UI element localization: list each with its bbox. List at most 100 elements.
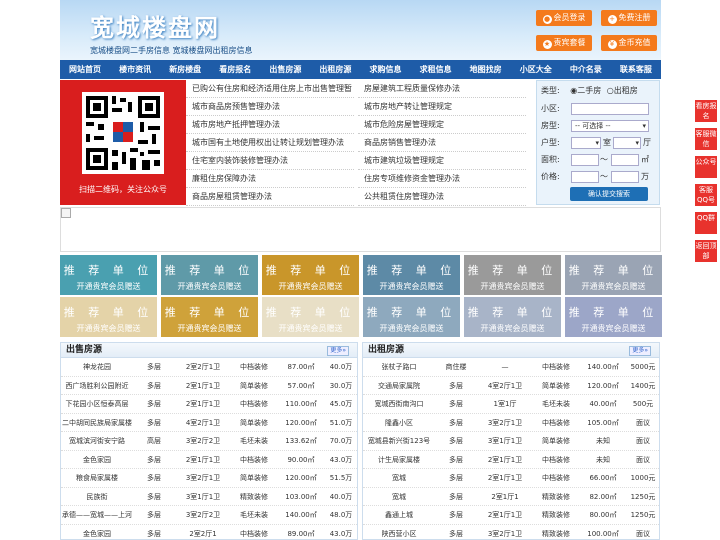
sale-cell[interactable]: 民族街 (61, 488, 133, 506)
site-title[interactable]: 宽城楼盘网 (90, 8, 220, 43)
side-float-item[interactable]: 客服QQ号 (695, 184, 717, 206)
rent-row[interactable]: 宽城西街南沟口 多层 1室1厅 毛坯未装 40.00㎡ 500元 (363, 395, 659, 414)
radio-rental[interactable]: ○ (607, 86, 614, 95)
nav-item[interactable]: 出售房源 (260, 60, 310, 79)
sale-row[interactable]: 粮食局家属楼 多层 3室2厅1卫 简单装修 120.00㎡ 51.5万 (61, 469, 357, 488)
rent-cell[interactable]: 宽城西街南沟口 (363, 395, 435, 413)
policy-link[interactable]: 商品房屋租赁管理办法 (186, 188, 354, 206)
recommended-unit-ad[interactable]: 推 荐 单 位开通贵宾会员赠送 (464, 255, 561, 295)
rent-cell[interactable]: 宽城 (363, 469, 435, 487)
rooms-select[interactable]: ▾ (571, 137, 601, 149)
side-float-item[interactable]: 公众号 (695, 156, 717, 178)
recommended-unit-ad[interactable]: 推 荐 单 位开通贵宾会员赠送 (60, 255, 157, 295)
sale-cell[interactable]: 西广场胜利公园附近 (61, 377, 133, 395)
nav-item[interactable]: 楼市资讯 (110, 60, 160, 79)
policy-link[interactable]: 住宅室内装饰装修管理办法 (186, 152, 354, 170)
rent-row[interactable]: 计生局家属楼 多层 2室1厅1卫 中档装修 未知 面议 (363, 451, 659, 469)
halls-select[interactable]: ▾ (613, 137, 641, 149)
recommended-unit-ad[interactable]: 推 荐 单 位开通贵宾会员赠送 (363, 297, 460, 337)
rent-row[interactable]: 宽城县新兴街123号 多层 3室1厅1卫 简单装修 未知 面议 (363, 432, 659, 451)
policy-link[interactable]: 廉租住房保障办法 (186, 170, 354, 188)
sale-row[interactable]: 下花园小区恒泰高层 多层 2室1厅1卫 中档装修 110.00㎡ 45.0万 (61, 395, 357, 414)
nav-item[interactable]: 求租信息 (411, 60, 461, 79)
sale-row[interactable]: 民族街 多层 3室1厅1卫 精致装修 103.00㎡ 40.0万 (61, 488, 357, 506)
xiaoqu-input[interactable] (571, 103, 649, 115)
sale-row[interactable]: 西广场胜利公园附近 多层 2室1厅1卫 简单装修 57.00㎡ 30.0万 (61, 377, 357, 395)
recommended-unit-ad[interactable]: 推 荐 单 位开通贵宾会员赠送 (262, 255, 359, 295)
rent-row[interactable]: 宽城 多层 2室1厅1 精致装修 82.00㎡ 1250元 (363, 488, 659, 506)
rent-cell[interactable]: 陕西营小区 (363, 525, 435, 540)
sale-cell[interactable]: 宽城滨河街安宁路 (61, 432, 133, 450)
recommended-unit-ad[interactable]: 推 荐 单 位开通贵宾会员赠送 (161, 255, 258, 295)
rent-cell[interactable]: 鑫通上城 (363, 506, 435, 524)
price-min-input[interactable] (571, 171, 599, 183)
member-login-button[interactable]: ● 会员登录 (536, 10, 592, 26)
sale-cell[interactable]: 二中胡同民族局家属楼 (61, 414, 133, 432)
vip-package-button[interactable]: ★ 责宾套餐 (536, 35, 592, 51)
side-float-item[interactable]: 看房报名 (695, 100, 717, 122)
policy-link[interactable]: 住房专项维修资金管理办法 (358, 170, 526, 188)
sale-row[interactable]: 宽城滨河街安宁路 高层 3室2厅2卫 毛坯未装 133.62㎡ 70.0万 (61, 432, 357, 451)
recommended-unit-ad[interactable]: 推 荐 单 位开通贵宾会员赠送 (60, 297, 157, 337)
nav-item[interactable]: 联系客服 (611, 60, 661, 79)
free-register-button[interactable]: + 免费注册 (601, 10, 657, 26)
policy-link[interactable]: 城市危险房屋管理规定 (358, 116, 526, 134)
sale-row[interactable]: 承德——宽城——上河 多层 3室2厅2卫 毛坯未装 140.00㎡ 48.0万 (61, 506, 357, 525)
nav-item[interactable]: 地图找房 (461, 60, 511, 79)
rent-more-link[interactable]: 更多» (629, 346, 651, 356)
rent-cell[interactable]: 交通局家属院 (363, 377, 435, 395)
nav-item[interactable]: 网站首页 (60, 60, 110, 79)
policy-link[interactable]: 公共租赁住房管理办法 (358, 188, 526, 206)
rent-cell[interactable]: 计生局家属楼 (363, 451, 435, 469)
side-float-item[interactable]: 返回顶部 (695, 240, 717, 262)
sale-row[interactable]: 金色家园 多层 2室1厅1卫 中档装修 90.00㎡ 43.0万 (61, 451, 357, 469)
rent-row[interactable]: 鑫通上城 多层 2室1厅1卫 精致装修 80.00㎡ 1250元 (363, 506, 659, 525)
nav-item[interactable]: 新房楼盘 (160, 60, 210, 79)
policy-link[interactable]: 已购公有住房和经济适用住房上市出售管理暂 (186, 80, 354, 98)
area-max-input[interactable] (611, 154, 639, 166)
side-float-item[interactable]: QQ群 (695, 212, 717, 234)
sale-cell[interactable]: 承德——宽城——上河 (61, 506, 133, 524)
sale-cell[interactable]: 粮食局家属楼 (61, 469, 133, 487)
fangxing-select[interactable]: -- 可选择 -- ▾ (571, 120, 649, 132)
rent-row[interactable]: 交通局家属院 多层 4室2厅1卫 简单装修 120.00㎡ 1400元 (363, 377, 659, 395)
recommended-unit-ad[interactable]: 推 荐 单 位开通贵宾会员赠送 (161, 297, 258, 337)
rent-cell[interactable]: 张杖子路口 (363, 358, 435, 376)
recommended-unit-ad[interactable]: 推 荐 单 位开通贵宾会员赠送 (565, 297, 662, 337)
rent-row[interactable]: 宽城 多层 2室1厅1卫 中档装修 66.00㎡ 1000元 (363, 469, 659, 488)
rent-row[interactable]: 隆鑫小区 多层 3室2厅1卫 中档装修 105.00㎡ 面议 (363, 414, 659, 432)
recommended-unit-ad[interactable]: 推 荐 单 位开通贵宾会员赠送 (464, 297, 561, 337)
banner-image[interactable] (60, 207, 661, 252)
policy-link[interactable]: 城市商品房预售管理办法 (186, 98, 354, 116)
sale-cell[interactable]: 下花园小区恒泰高层 (61, 395, 133, 413)
sale-cell[interactable]: 金色家园 (61, 451, 133, 469)
recommended-unit-ad[interactable]: 推 荐 单 位开通贵宾会员赠送 (363, 255, 460, 295)
rent-row[interactable]: 陕西营小区 多层 3室2厅1卫 精致装修 100.00㎡ 面议 (363, 525, 659, 540)
price-max-input[interactable] (611, 171, 639, 183)
rent-cell[interactable]: 宽城县新兴街123号 (363, 432, 435, 450)
policy-link[interactable]: 商品房销售管理办法 (358, 134, 526, 152)
nav-item[interactable]: 中介名录 (561, 60, 611, 79)
policy-link[interactable]: 房屋建筑工程质量保修办法 (358, 80, 526, 98)
nav-item[interactable]: 小区大全 (511, 60, 561, 79)
sale-more-link[interactable]: 更多» (327, 346, 349, 356)
recommended-unit-ad[interactable]: 推 荐 单 位开通贵宾会员赠送 (262, 297, 359, 337)
rent-cell[interactable]: 宽城 (363, 488, 435, 506)
sale-row[interactable]: 二中胡同民族局家属楼 多层 4室2厅1卫 简单装修 120.00㎡ 51.0万 (61, 414, 357, 432)
recommended-unit-ad[interactable]: 推 荐 单 位开通贵宾会员赠送 (565, 255, 662, 295)
search-submit-button[interactable]: 确认提交搜索 (570, 187, 648, 201)
sale-cell[interactable]: 神龙花园 (61, 358, 133, 376)
policy-link[interactable]: 城市国有土地使用权出让转让规划管理办法 (186, 134, 354, 152)
coin-recharge-button[interactable]: ¥ 金币充值 (601, 35, 657, 51)
nav-item[interactable]: 求购信息 (360, 60, 410, 79)
rent-row[interactable]: 张杖子路口 商住楼 — 中档装修 140.00㎡ 5000元 (363, 358, 659, 377)
rent-cell[interactable]: 隆鑫小区 (363, 414, 435, 432)
side-float-item[interactable]: 客服微信 (695, 128, 717, 150)
nav-item[interactable]: 看房报名 (210, 60, 260, 79)
policy-link[interactable]: 城市建筑垃圾管理规定 (358, 152, 526, 170)
policy-link[interactable]: 城市房地产转让管理规定 (358, 98, 526, 116)
policy-link[interactable]: 城市房地产抵押管理办法 (186, 116, 354, 134)
sale-row[interactable]: 金色家园 多层 2室2厅1 中档装修 89.00㎡ 43.0万 (61, 525, 357, 540)
sale-row[interactable]: 神龙花园 多层 2室2厅1卫 中档装修 87.00㎡ 40.0万 (61, 358, 357, 377)
nav-item[interactable]: 出租房源 (310, 60, 360, 79)
